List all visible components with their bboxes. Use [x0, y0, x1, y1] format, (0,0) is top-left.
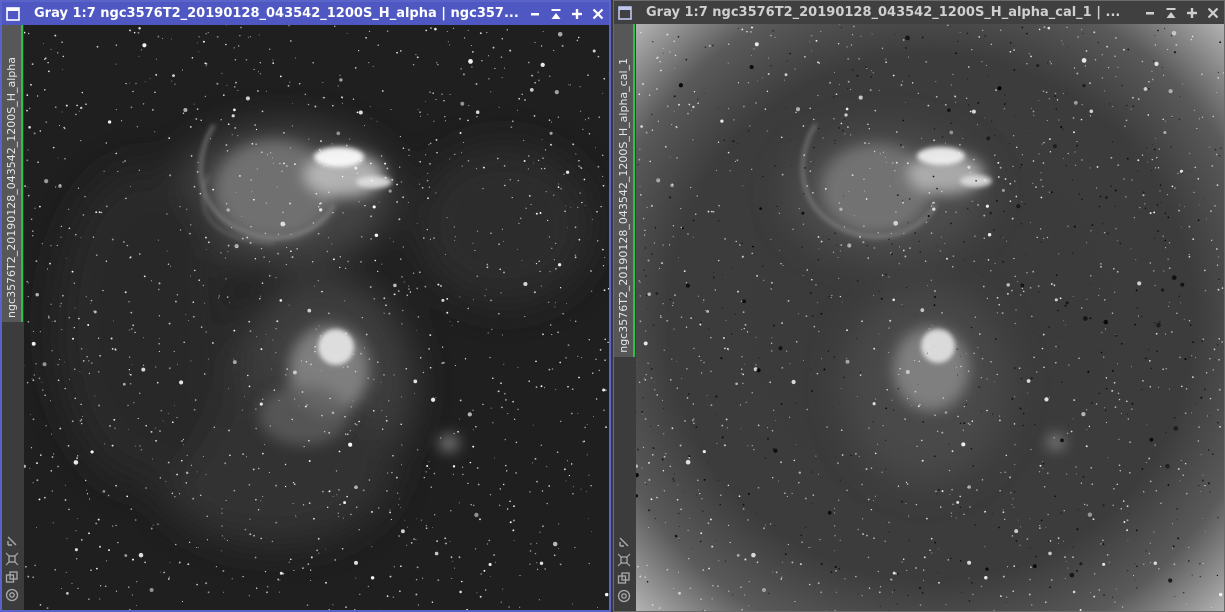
- image-viewport[interactable]: [24, 25, 609, 610]
- target-icon[interactable]: [617, 589, 631, 603]
- image-window-left[interactable]: Gray 1:7 ngc3576T2_20190128_043542_1200S…: [0, 0, 611, 612]
- image-id-label: ngc3576T2_20190128_043542_1200S_H_alpha: [5, 57, 18, 318]
- zoom-icon[interactable]: [617, 553, 631, 567]
- maximize-icon[interactable]: [570, 7, 584, 21]
- clone-icon[interactable]: [617, 571, 631, 585]
- view-sidebar: ngc3576T2_20190128_043542_1200S_H_alpha_…: [614, 24, 636, 611]
- image-window-right[interactable]: Gray 1:7 ngc3576T2_20190128_043542_1200S…: [613, 0, 1225, 612]
- image-viewport[interactable]: [636, 24, 1224, 611]
- view-sidebar: ngc3576T2_20190128_043542_1200S_H_alpha: [2, 25, 24, 610]
- window-icon[interactable]: [618, 5, 632, 20]
- shade-icon[interactable]: [549, 7, 563, 21]
- clone-icon[interactable]: [5, 570, 19, 584]
- nebula-image: [24, 25, 609, 610]
- maximize-icon[interactable]: [1185, 6, 1199, 20]
- window-title: Gray 1:7 ngc3576T2_20190128_043542_1200S…: [646, 5, 1121, 20]
- minimize-icon[interactable]: [1143, 6, 1157, 20]
- fit-view-icon[interactable]: [5, 534, 19, 548]
- zoom-icon[interactable]: [5, 552, 19, 566]
- target-icon[interactable]: [5, 588, 19, 602]
- window-controls: [521, 7, 609, 21]
- title-bar[interactable]: Gray 1:7 ngc3576T2_20190128_043542_1200S…: [2, 2, 609, 25]
- close-icon[interactable]: [1206, 6, 1220, 20]
- image-id-tab[interactable]: ngc3576T2_20190128_043542_1200S_H_alpha: [2, 25, 23, 322]
- minimize-icon[interactable]: [528, 7, 542, 21]
- calibrated-image: [636, 24, 1224, 611]
- window-icon[interactable]: [6, 6, 20, 21]
- window-title: Gray 1:7 ngc3576T2_20190128_043542_1200S…: [34, 6, 519, 21]
- fit-view-icon[interactable]: [617, 535, 631, 549]
- image-id-tab[interactable]: ngc3576T2_20190128_043542_1200S_H_alpha_…: [614, 24, 635, 357]
- sidebar-icons: [617, 535, 633, 607]
- sidebar-icons: [5, 534, 21, 606]
- close-icon[interactable]: [591, 7, 605, 21]
- title-bar[interactable]: Gray 1:7 ngc3576T2_20190128_043542_1200S…: [614, 1, 1224, 24]
- image-id-label: ngc3576T2_20190128_043542_1200S_H_alpha_…: [617, 58, 630, 353]
- shade-icon[interactable]: [1164, 6, 1178, 20]
- window-controls: [1136, 6, 1224, 20]
